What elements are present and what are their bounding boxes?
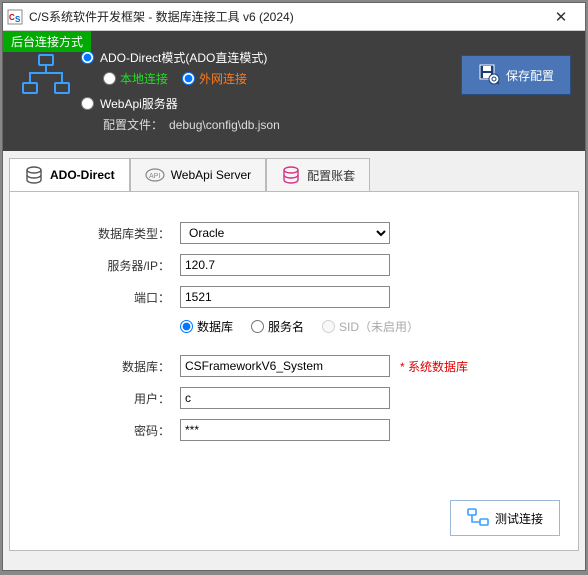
- app-icon: CS: [7, 9, 23, 25]
- tab-webapi[interactable]: API WebApi Server: [130, 158, 266, 192]
- user-label: 用户：: [30, 390, 180, 407]
- opt-service-label: 服务名: [268, 318, 304, 335]
- tab-bar: ADO-Direct API WebApi Server 配置账套: [3, 151, 585, 191]
- ado-direct-option[interactable]: ADO-Direct模式(ADO直连模式): [81, 49, 461, 66]
- tab-ado-direct[interactable]: ADO-Direct: [9, 158, 130, 192]
- opt-service[interactable]: 服务名: [251, 318, 304, 335]
- opt-database[interactable]: 数据库: [180, 318, 233, 335]
- opt-sid: SID（未启用）: [322, 318, 419, 335]
- webapi-radio[interactable]: [81, 97, 94, 110]
- database-label: 数据库：: [30, 358, 180, 375]
- save-config-label: 保存配置: [506, 67, 554, 84]
- tab-account-label: 配置账套: [307, 167, 355, 184]
- tab-account[interactable]: 配置账套: [266, 158, 370, 192]
- database-input[interactable]: [180, 355, 390, 377]
- test-connection-button[interactable]: 测试连接: [450, 500, 560, 536]
- database-icon: [24, 165, 44, 185]
- titlebar: CS C/S系统软件开发框架 - 数据库连接工具 v6 (2024) ✕: [3, 3, 585, 31]
- webapi-label: WebApi服务器: [100, 95, 178, 112]
- network-icon: [11, 49, 81, 97]
- save-config-button[interactable]: 保存配置: [461, 55, 571, 95]
- opt-database-radio[interactable]: [180, 320, 193, 333]
- database-note: * 系统数据库: [400, 358, 468, 375]
- test-connection-label: 测试连接: [495, 510, 543, 527]
- tab-webapi-label: WebApi Server: [171, 168, 251, 182]
- tab-ado-label: ADO-Direct: [50, 168, 115, 182]
- external-conn-radio[interactable]: [182, 72, 195, 85]
- app-window: CS C/S系统软件开发框架 - 数据库连接工具 v6 (2024) ✕ 后台连…: [2, 2, 586, 571]
- user-input[interactable]: [180, 387, 390, 409]
- window-title: C/S系统软件开发框架 - 数据库连接工具 v6 (2024): [29, 8, 541, 25]
- close-button[interactable]: ✕: [541, 3, 581, 30]
- connection-mode-badge: 后台连接方式: [3, 31, 91, 52]
- port-input[interactable]: [180, 286, 390, 308]
- opt-sid-label: SID（未启用）: [339, 318, 419, 335]
- port-label: 端口：: [30, 289, 180, 306]
- ado-direct-radio[interactable]: [81, 51, 94, 64]
- server-label: 服务器/IP：: [30, 257, 180, 274]
- config-file-path: debug\config\db.json: [169, 118, 280, 132]
- local-conn-label: 本地连接: [120, 70, 168, 87]
- api-icon: API: [145, 165, 165, 185]
- password-input[interactable]: [180, 419, 390, 441]
- server-input[interactable]: [180, 254, 390, 276]
- opt-database-label: 数据库: [197, 318, 233, 335]
- db-type-label: 数据库类型：: [30, 225, 180, 242]
- external-conn-label: 外网连接: [199, 70, 247, 87]
- svg-text:S: S: [15, 15, 21, 24]
- save-icon: [478, 63, 500, 88]
- connection-mode-panel: 后台连接方式 ADO-Direct模式(ADO直连模式): [3, 31, 585, 151]
- svg-text:API: API: [149, 173, 160, 180]
- opt-service-radio[interactable]: [251, 320, 264, 333]
- account-db-icon: [281, 165, 301, 185]
- form-panel: 数据库类型： Oracle 服务器/IP： 端口： 数据库: [9, 191, 579, 551]
- opt-sid-radio: [322, 320, 335, 333]
- config-file-label: 配置文件：: [103, 116, 163, 133]
- password-label: 密码：: [30, 422, 180, 439]
- local-conn-option[interactable]: 本地连接: [103, 70, 168, 87]
- ado-direct-label: ADO-Direct模式(ADO直连模式): [100, 49, 267, 66]
- webapi-option[interactable]: WebApi服务器: [81, 95, 461, 112]
- external-conn-option[interactable]: 外网连接: [182, 70, 247, 87]
- test-connection-icon: [467, 508, 489, 529]
- db-type-select[interactable]: Oracle: [180, 222, 390, 244]
- local-conn-radio[interactable]: [103, 72, 116, 85]
